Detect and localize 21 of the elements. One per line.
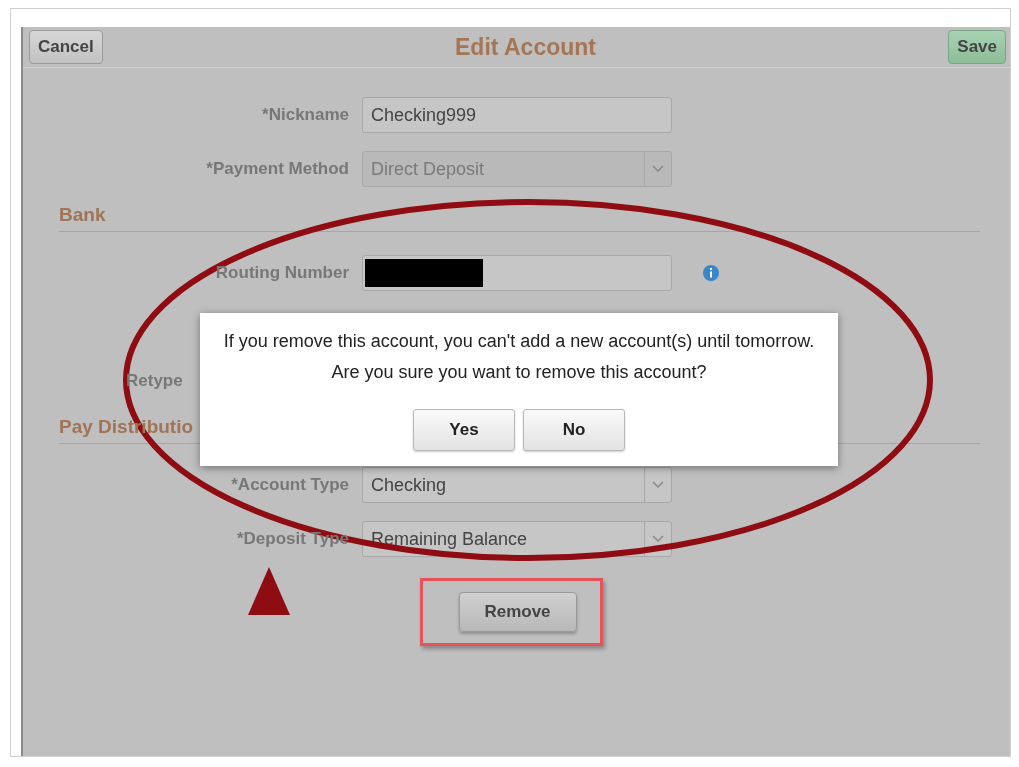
dialog-button[interactable]: No <box>523 409 625 451</box>
chevron-down-icon <box>652 481 664 489</box>
field-label: *Payment Method <box>206 159 349 179</box>
section-title: Bank <box>59 204 106 225</box>
input-field[interactable] <box>362 255 672 291</box>
page-title: Edit Account <box>455 33 596 61</box>
dialog-message: Are you sure you want to remove this account? <box>331 362 707 383</box>
field-label: *Account Type <box>231 475 349 495</box>
chevron-down-icon <box>652 165 664 173</box>
annotation-triangle <box>248 567 290 615</box>
field-label: *Nickname <box>262 105 349 125</box>
save-button[interactable]: Save <box>948 30 1006 64</box>
chevron-down-icon <box>652 535 664 543</box>
input-field[interactable]: Checking999 <box>362 97 672 133</box>
info-icon[interactable] <box>703 265 719 281</box>
remove-button[interactable]: Remove <box>458 592 577 632</box>
dialog-message: If you remove this account, you can't add a new account(s) until tomorrow. <box>223 331 815 352</box>
dialog-button[interactable]: Yes <box>413 409 515 451</box>
cancel-button[interactable]: Cancel <box>29 30 103 64</box>
field-label: Routing Number <box>215 263 349 283</box>
dropdown-field[interactable]: Checking <box>362 467 672 503</box>
